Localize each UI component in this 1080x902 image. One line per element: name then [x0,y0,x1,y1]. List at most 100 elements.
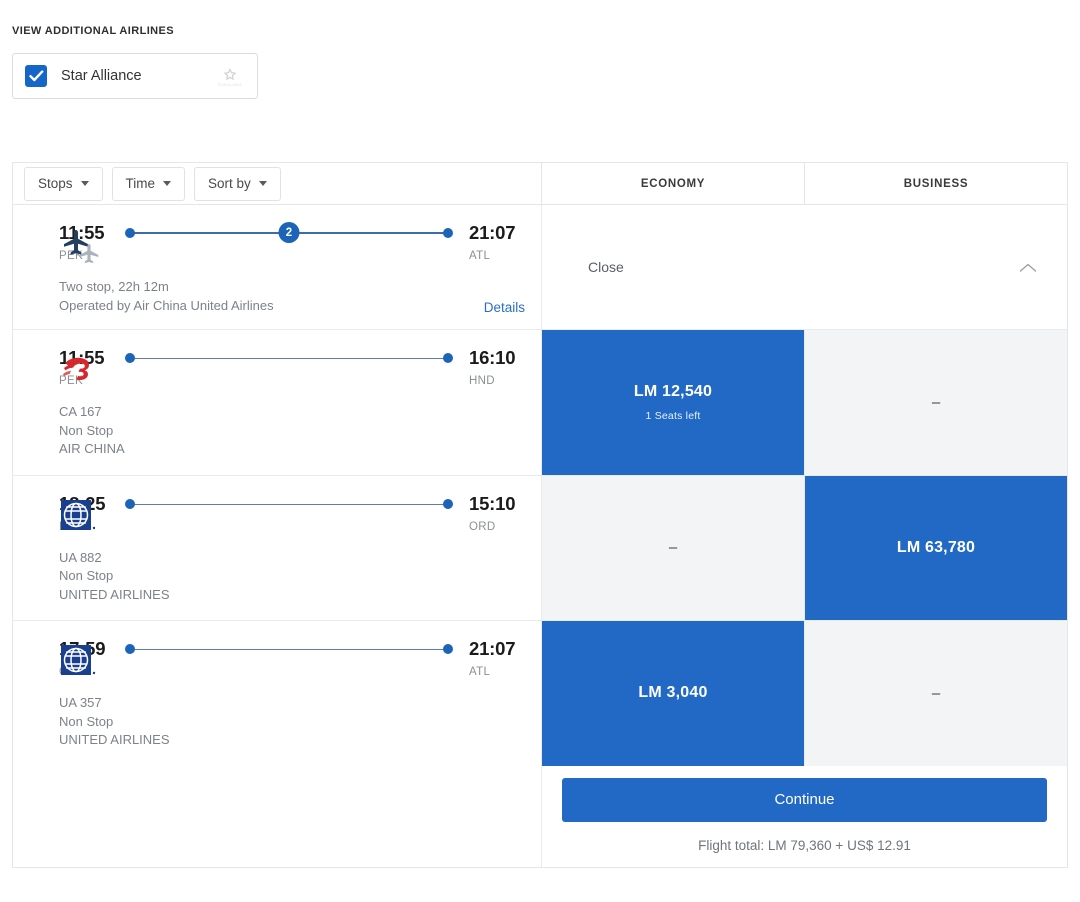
collapse-itinerary-button[interactable]: Close [542,205,1067,329]
united-airlines-logo [61,645,96,675]
fare-cell-economy[interactable]: LM 3,040 [542,621,805,766]
alliance-filter-star-alliance[interactable]: Star Alliance STAR ALLIANCE [12,53,258,99]
itinerary-summary-row: 11:55 PEK 2 21:07 ATL Two stop, 22h 12m … [13,205,1067,330]
route-origin-dot [125,498,135,509]
star-alliance-label: Star Alliance [61,68,142,84]
route-line [131,503,447,505]
flight-total-label: Flight total: LM 79,360 + US$ 12.91 [698,837,911,853]
segment-row: 18:25HND15:10ORDUA 882Non StopUNITED AIR… [13,475,1067,621]
column-header-economy: ECONOMY [542,163,805,204]
fare-cells: – LM 63,780 [542,475,1067,620]
segment-arrive: 15:10 ORD [469,492,525,533]
route-destination-dot [443,228,453,238]
summary-arrive-time: 21:07 [469,222,516,243]
fare-cell-economy[interactable]: – [542,475,805,620]
segment-route-bar [125,494,453,514]
united-airlines-logo [59,643,103,683]
details-link[interactable]: Details [484,300,525,315]
additional-airlines-title: VIEW ADDITIONAL AIRLINES [12,25,174,37]
chevron-down-icon [80,181,89,186]
segment-rows: 11:55 PEK 16:10 HND CA 167 Non Stop AIR CHINA L… [13,330,1067,766]
summary-arrive-airport: ATL [469,250,491,262]
filter-sort-by-button[interactable]: Sort by [194,166,281,201]
fare-cell-business[interactable]: – [805,621,1067,766]
star-alliance-logo: STAR ALLIANCE [215,61,245,91]
segment-leg: 18:25HND15:10ORDUA 882Non StopUNITED AIR… [13,475,542,620]
filter-stops-button[interactable]: Stops [24,166,103,201]
summary-meta-text: Two stop, 22h 12m Operated by Air China … [59,278,274,315]
segment-stops: Non Stop [59,568,114,583]
two-planes-icon [59,227,103,267]
summary-operated-by: Operated by Air China United Airlines [59,297,274,313]
filter-time-button[interactable]: Time [111,166,186,201]
chevron-up-icon [1019,261,1037,273]
route-line [131,358,447,359]
segment-leg: 17:59ORD21:07ATLUA 357Non StopUNITED AIR… [13,621,542,766]
footer-actions: Continue Flight total: LM 79,360 + US$ 1… [542,766,1067,867]
summary-arrive: 21:07 ATL [469,222,525,263]
chevron-down-icon [258,181,267,186]
column-header-business: BUSINESS [903,177,969,190]
route-destination-dot [443,644,453,654]
route-origin-dot [125,228,135,238]
segment-arrive-airport: ATL [469,666,491,678]
segment-stops: Non Stop [59,713,114,729]
fare-cells: LM 12,540 1 Seats left – [542,330,1067,475]
segment-arrive-time: 15:10 [469,492,516,514]
fare-cell-business[interactable]: LM 63,780 [805,475,1067,620]
segment-airline: UNITED AIRLINES [59,732,170,747]
star-alliance-checkbox[interactable] [25,65,47,87]
route-destination-dot [443,353,453,363]
summary-timeline: 11:55 PEK 2 21:07 ATL [59,222,525,263]
route-line [131,649,447,650]
table-header: Stops Time Sort by ECONOMY BUSINESS [13,163,1067,205]
segment-timeline: 18:25HND15:10ORD [59,492,525,533]
segment-leg: 11:55 PEK 16:10 HND CA 167 Non Stop AIR CHINA [13,330,542,475]
segment-meta: UA 357 Non Stop UNITED AIRLINES [59,694,525,750]
filter-time-label: Time [125,176,156,191]
segment-timeline: 17:59ORD21:07ATL [59,638,525,679]
filter-bar: Stops Time Sort by [13,163,542,204]
air-china-logo [59,352,103,392]
price-value: LM 12,540 [633,382,713,400]
segment-airline: AIR CHINA [59,441,125,456]
segment-timeline: 11:55 PEK 16:10 HND [59,347,525,388]
segment-arrive: 16:10 HND [469,347,525,388]
segment-airline: UNITED AIRLINES [59,586,170,602]
segment-flight-number: UA 357 [59,695,102,710]
close-label: Close [588,259,624,275]
price-value: LM 3,040 [638,684,708,702]
segment-arrive-time: 21:07 [469,638,516,659]
summary-route-bar: 2 [125,222,453,243]
seats-left-label: 1 Seats left [645,409,701,422]
fare-cell-business[interactable]: – [805,330,1067,475]
segment-stops: Non Stop [59,422,114,438]
air-china-logo [63,357,89,380]
filter-stops-label: Stops [38,176,73,191]
summary-meta: Two stop, 22h 12m Operated by Air China … [59,262,525,315]
segment-meta: UA 882 Non Stop UNITED AIRLINES [59,549,525,605]
segment-arrive-airport: ORD [469,520,496,533]
svg-text:STAR ALLIANCE: STAR ALLIANCE [218,83,242,87]
segment-arrive: 21:07 ATL [469,638,525,679]
itinerary-summary-leg: 11:55 PEK 2 21:07 ATL Two stop, 22h 12m … [13,205,542,329]
route-destination-dot [443,498,453,509]
unavailable-dash: – [931,684,941,702]
continue-button[interactable]: Continue [562,777,1047,822]
segment-arrive-airport: HND [469,375,495,387]
price-value: LM 63,780 [896,538,976,556]
united-airlines-logo [61,499,96,530]
fare-cell-economy[interactable]: LM 12,540 1 Seats left [542,330,805,475]
segment-row: 11:55 PEK 16:10 HND CA 167 Non Stop AIR CHINA L… [13,330,1067,476]
flight-results-table: Stops Time Sort by ECONOMY BUSINESS 11:5… [12,162,1068,868]
segment-flight-number: UA 882 [59,549,102,565]
segment-arrive-time: 16:10 [469,347,516,368]
fare-cells: LM 3,040 – [542,621,1067,766]
united-airlines-logo [59,498,103,538]
unavailable-dash: – [931,393,941,411]
summary-stops-text: Two stop, 22h 12m [59,279,169,294]
filter-sort-by-label: Sort by [208,176,251,191]
flight-selection-page: VIEW ADDITIONAL AIRLINES Star Alliance S… [0,0,1080,902]
segment-route-bar [125,639,453,659]
table-footer: Continue Flight total: LM 79,360 + US$ 1… [13,765,1067,867]
